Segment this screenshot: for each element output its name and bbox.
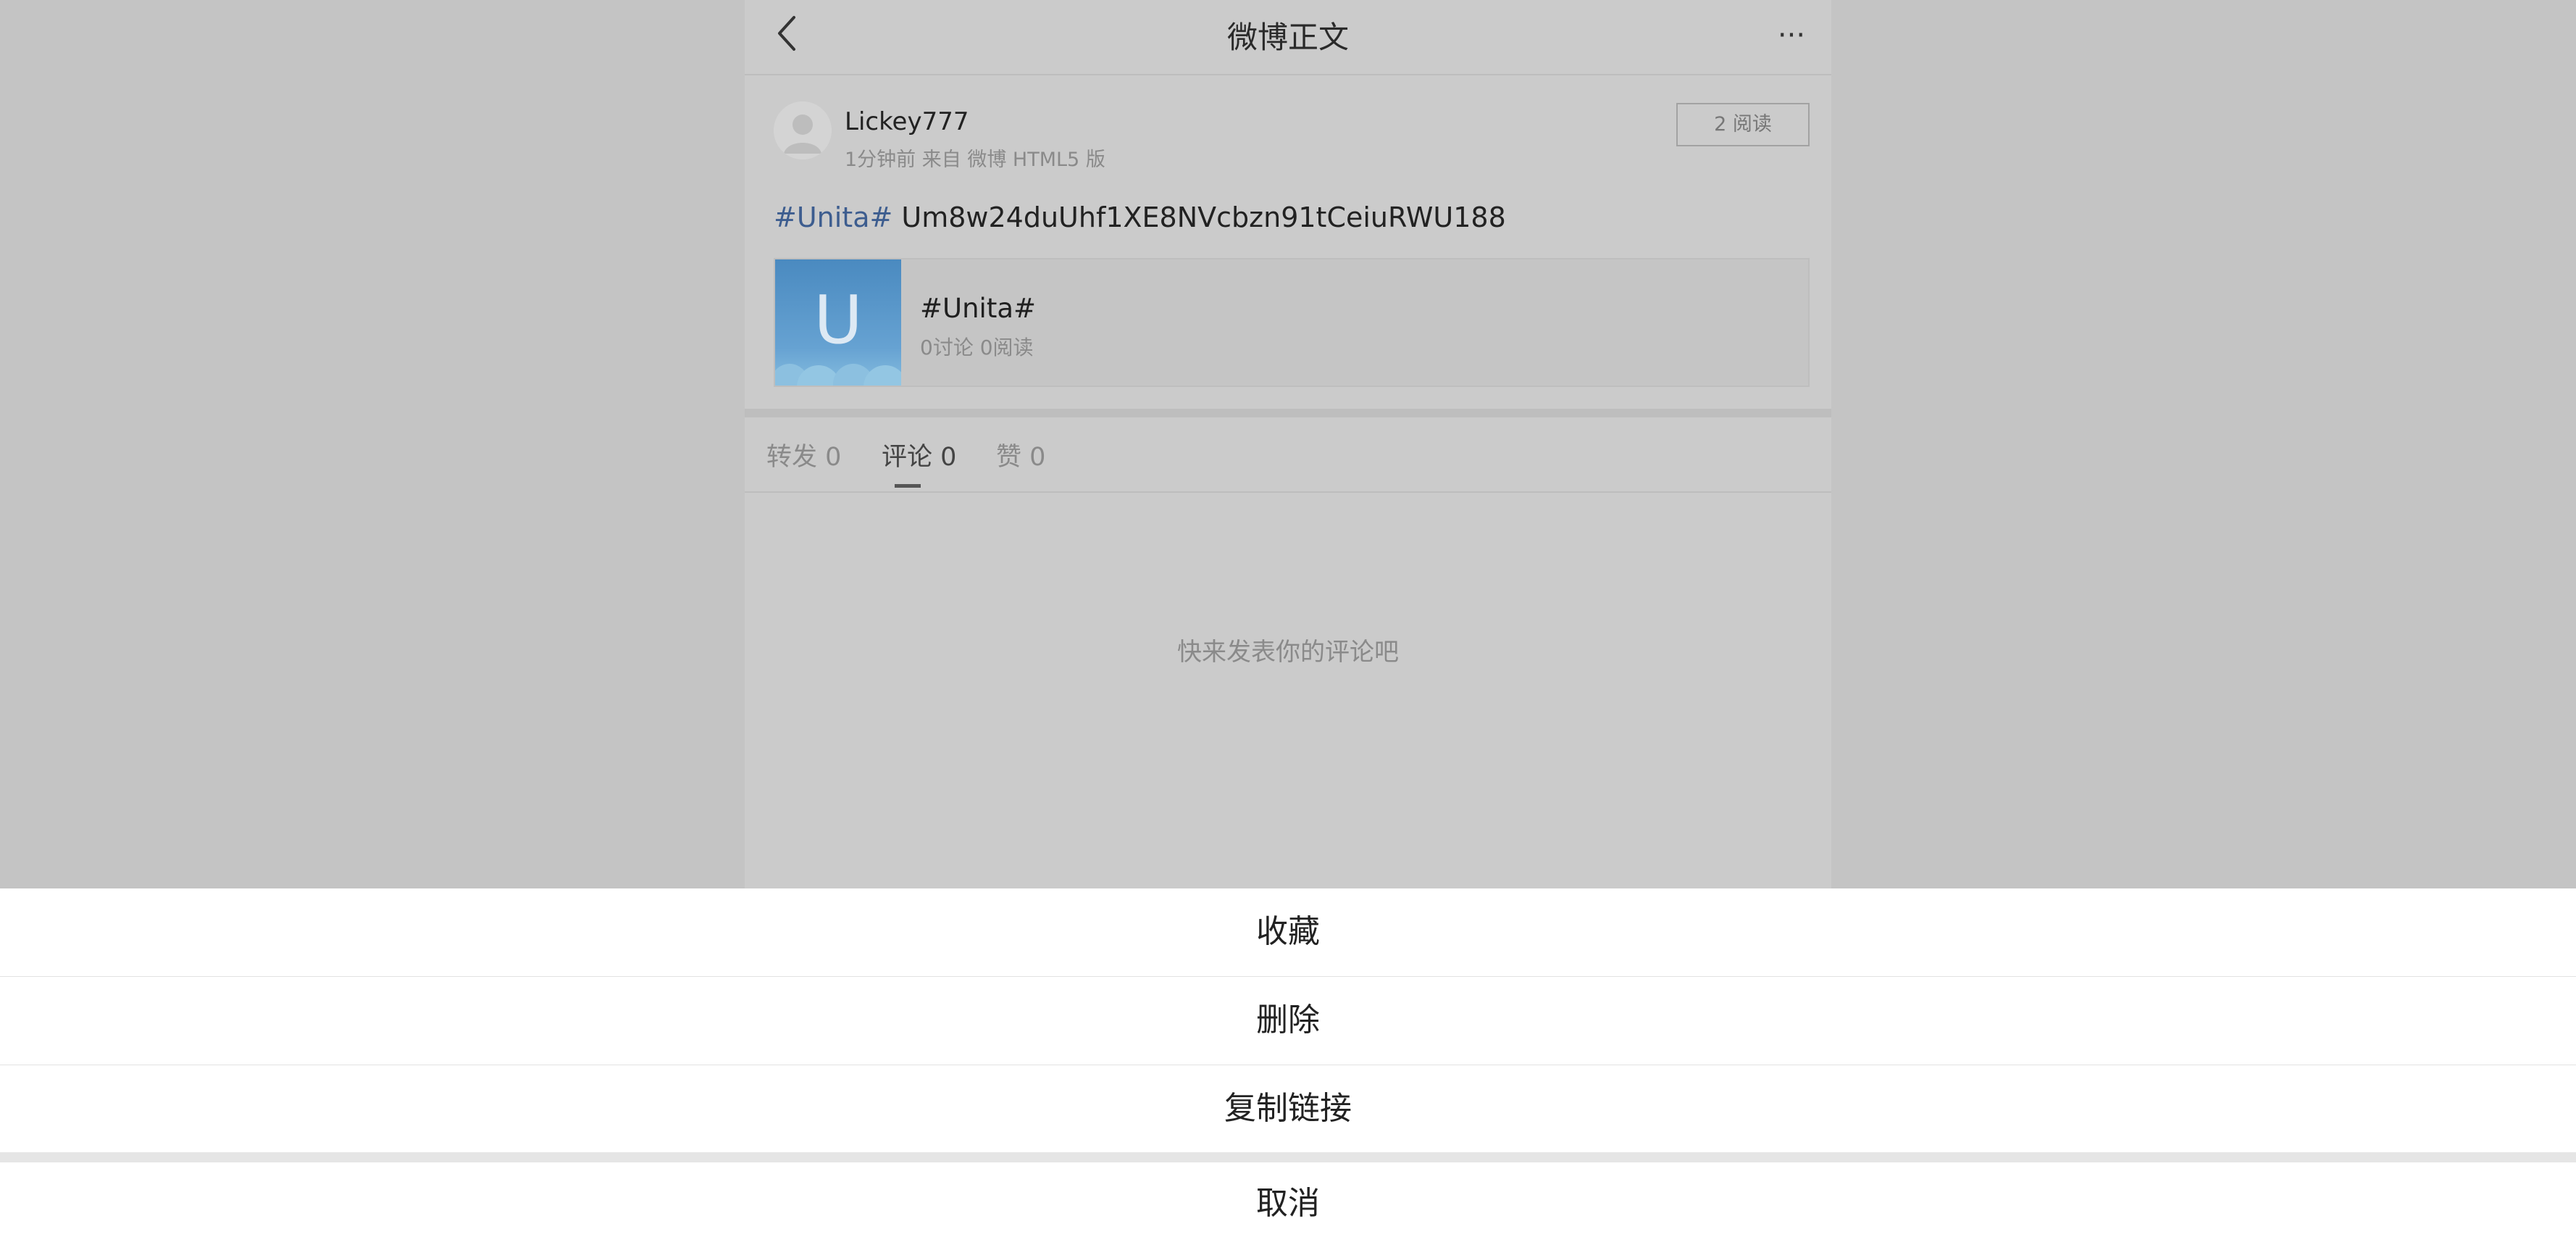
cancel-button[interactable]: 取消	[0, 1162, 2576, 1245]
topic-link[interactable]: #Unita#	[774, 201, 892, 233]
weibo-detail-page: 微博正文 ··· Lickey777 1分钟前 来自 微博 HTML5 版 2 …	[745, 0, 1831, 888]
copy-link-button[interactable]: 复制链接	[0, 1065, 2576, 1152]
tab-comment[interactable]: 评论 0	[882, 436, 956, 473]
empty-comments-hint: 快来发表你的评论吧	[1177, 638, 1399, 667]
topic-thumbnail: U	[775, 259, 901, 386]
post-text: #Unita# Um8w24duUhf1XE8NVcbzn91tCeiuRWU1…	[774, 201, 1506, 233]
avatar[interactable]	[774, 101, 832, 159]
default-avatar-icon	[774, 101, 832, 159]
topic-card-title: #Unita#	[920, 293, 1036, 324]
active-tab-indicator	[895, 484, 921, 488]
tab-repost[interactable]: 转发 0	[766, 436, 841, 473]
section-divider	[745, 409, 1831, 417]
delete-button[interactable]: 删除	[0, 977, 2576, 1064]
post-meta: 1分钟前 来自 微博 HTML5 版	[845, 149, 1105, 171]
more-horizontal-icon: ···	[1777, 19, 1806, 52]
username[interactable]: Lickey777	[845, 107, 969, 136]
thumbnail-letter: U	[814, 281, 863, 359]
page-title: 微博正文	[1226, 20, 1349, 55]
post-body-text: Um8w24duUhf1XE8NVcbzn91tCeiuRWU188	[892, 201, 1506, 233]
top-navigation-bar: 微博正文 ···	[745, 0, 1831, 75]
topic-card-stats: 0讨论 0阅读	[920, 336, 1034, 359]
action-sheet: 收藏 删除 复制链接 取消	[0, 888, 2576, 1245]
interaction-tabs: 转发 0 评论 0 赞 0	[745, 417, 1831, 493]
sheet-gap	[0, 1152, 2576, 1162]
favorite-button[interactable]: 收藏	[0, 888, 2576, 975]
more-button[interactable]: ···	[1766, 10, 1817, 61]
tab-like[interactable]: 赞 0	[996, 436, 1045, 473]
topic-card[interactable]: U #Unita# 0讨论 0阅读	[774, 258, 1810, 387]
read-count-button[interactable]: 2 阅读	[1676, 103, 1810, 146]
